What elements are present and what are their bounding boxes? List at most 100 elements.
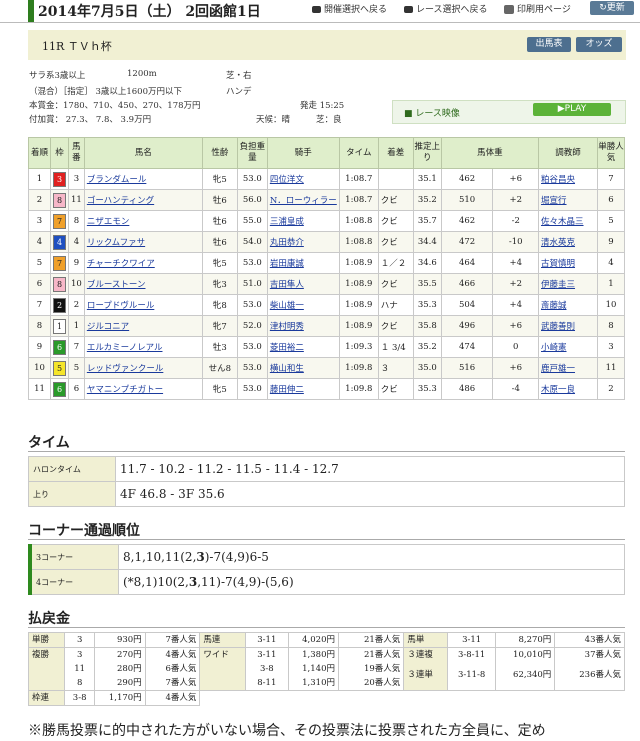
fukusho-pop-3: 7番人気: [165, 678, 197, 688]
trainer-link[interactable]: 粕谷昌央: [541, 175, 575, 185]
waku-cell: 4: [50, 231, 69, 253]
corner-section-divider: [28, 539, 625, 540]
fukusho-number-1: 3: [76, 650, 83, 660]
umaren-label: 馬連: [199, 632, 246, 648]
race-distance: 1200m: [127, 69, 157, 79]
trainer-link[interactable]: 木原一良: [541, 385, 575, 395]
trainer-cell: 堀宣行: [538, 189, 598, 211]
jockey-link[interactable]: 岩田康誠: [270, 259, 304, 269]
weight-diff-cell: +2: [492, 273, 539, 295]
trainer-link[interactable]: 佐々木晶三: [541, 217, 584, 227]
jockey-link[interactable]: 三浦皇成: [270, 217, 304, 227]
odds-button[interactable]: オッズ: [576, 37, 622, 52]
popularity-cell: 9: [597, 231, 625, 253]
jockey-link[interactable]: 四位洋文: [270, 175, 304, 185]
corner-table: 3コーナー 8,1,10,11(2,3)-7(4,9)6-5 4コーナー (*8…: [28, 544, 625, 595]
body-weight-cell: 504: [440, 294, 494, 316]
print-page-link[interactable]: 印刷用ページ: [504, 2, 571, 15]
wakuren-pop: 4番人気: [144, 690, 201, 706]
entry-table-button[interactable]: 出馬表: [527, 37, 571, 52]
play-button[interactable]: ▶PLAY: [533, 103, 611, 116]
trainer-link[interactable]: 鹿戸雄一: [541, 364, 575, 374]
weight-diff-cell: -4: [492, 378, 539, 400]
back-to-race-link[interactable]: レース選択へ戻る: [404, 2, 488, 15]
wide-pop-3: 20番人気: [363, 678, 401, 688]
margin-cell: クビ: [377, 189, 414, 211]
horse-name-link[interactable]: ブランダムール: [87, 175, 147, 185]
wide-pays: 1,380円 1,140円 1,310円: [287, 647, 339, 691]
waku-cell: 2: [50, 294, 69, 316]
horse-name-link[interactable]: レッドヴァンクール: [87, 364, 164, 374]
jockey-link[interactable]: N．ローウィラー: [270, 196, 337, 206]
time-cell: 1:09.3: [338, 336, 379, 358]
position-cell: 1: [28, 168, 51, 190]
body-weight-cell: 516: [440, 357, 494, 379]
waku-cell: 7: [50, 210, 69, 232]
position-cell: 7: [28, 294, 51, 316]
wide-pay-2: 1,140円: [302, 664, 335, 674]
trainer-link[interactable]: 小崎憲: [541, 343, 567, 353]
jockey-link[interactable]: 津村明秀: [270, 322, 304, 332]
jockey-link[interactable]: 丸田恭介: [270, 238, 304, 248]
number-cell: 3: [68, 168, 85, 190]
tansho-pay: 930円: [94, 632, 146, 648]
trainer-link[interactable]: 古賀慎明: [541, 259, 575, 269]
table-row: 8 1 1 ジルコニア 牝7 52.0 津村明秀 1:08.9 クビ 35.8 496 +6 武藤善則 8: [28, 315, 625, 337]
corner4-part-a: (*8,1)10(2,: [123, 575, 189, 589]
last-3f-cell: 35.3: [412, 378, 442, 400]
weight-cell: 54.0: [236, 231, 268, 253]
horse-name-cell: ヤマニンプチガトー: [83, 378, 203, 400]
jockey-link[interactable]: 藤田伸二: [270, 385, 304, 395]
furlong-row: ハロンタイム 11.7 - 10.2 - 11.2 - 11.5 - 11.4 …: [28, 456, 625, 482]
weight-diff-cell: +4: [492, 294, 539, 316]
corner4-label: 4コーナー: [28, 569, 119, 595]
jockey-link[interactable]: 柴山雄一: [270, 301, 304, 311]
popularity-cell: 4: [597, 252, 625, 274]
sex-age-cell: 牝8: [201, 294, 238, 316]
trainer-link[interactable]: 伊藤圭三: [541, 280, 575, 290]
wakuren-label: 枠連: [28, 690, 65, 706]
horse-name-cell: リックムファサ: [83, 231, 203, 253]
trainer-link[interactable]: 清水英克: [541, 238, 575, 248]
fukusho-numbers: 3 11 8: [63, 647, 96, 691]
horse-name-link[interactable]: チャーチクワイア: [87, 259, 155, 269]
furlong-label: ハロンタイム: [28, 456, 116, 482]
col-weight: 負担重量: [236, 137, 268, 169]
jockey-cell: 菱田裕二: [266, 336, 340, 358]
fukusho-pays: 270円 280円 290円: [94, 647, 146, 691]
jockey-link[interactable]: 吉田隼人: [270, 280, 304, 290]
refresh-button[interactable]: ↻更新: [590, 1, 634, 15]
trainer-cell: 古賀慎明: [538, 252, 598, 274]
back-to-meeting-link[interactable]: 開催選択へ戻る: [312, 2, 387, 15]
payout-table: 単勝 3 930円 7番人気 馬連 3-11 4,020円 21番人気 馬単 3…: [28, 632, 625, 706]
race-surface: 芝・右: [226, 71, 252, 81]
agari-value: 4F 46.8 - 3F 35.6: [115, 481, 625, 507]
horse-name-link[interactable]: ジルコニア: [87, 322, 129, 332]
jockey-link[interactable]: 菱田裕二: [270, 343, 304, 353]
umatan-pop: 43番人気: [554, 632, 625, 648]
fukusho-pay-2: 280円: [116, 664, 142, 674]
jockey-link[interactable]: 横山和生: [270, 364, 304, 374]
refresh-label: 更新: [606, 3, 625, 13]
popularity-cell: 5: [597, 210, 625, 232]
time-cell: 1:08.7: [338, 189, 379, 211]
wide-number-2: 3-8: [259, 664, 274, 674]
wide-pay-3: 1,310円: [302, 678, 335, 688]
race-track: 芝：良: [316, 115, 342, 125]
horse-name-link[interactable]: ゴーハンティング: [87, 196, 154, 206]
trainer-link[interactable]: 武藤善則: [541, 322, 575, 332]
horse-name-link[interactable]: リックムファサ: [87, 238, 145, 248]
horse-name-link[interactable]: ロープドヴルール: [87, 301, 155, 311]
waku-badge: 6: [53, 339, 66, 355]
horse-name-link[interactable]: エルカミーノレアル: [87, 343, 163, 353]
trainer-link[interactable]: 斎藤誠: [541, 301, 567, 311]
corner4-value: (*8,1)10(2,3,11)-7(4,9)-(5,6): [118, 569, 625, 595]
horse-name-link[interactable]: ヤマニンプチガトー: [87, 385, 163, 395]
umaren-number: 3-11: [244, 632, 289, 648]
horse-name-link[interactable]: ブルーストーン: [87, 280, 146, 290]
horse-name-link[interactable]: ニザエモン: [87, 217, 130, 227]
trainer-link[interactable]: 堀宣行: [541, 196, 567, 206]
waku-cell: 5: [50, 357, 69, 379]
jockey-cell: 四位洋文: [266, 168, 340, 190]
popularity-cell: 3: [597, 336, 625, 358]
